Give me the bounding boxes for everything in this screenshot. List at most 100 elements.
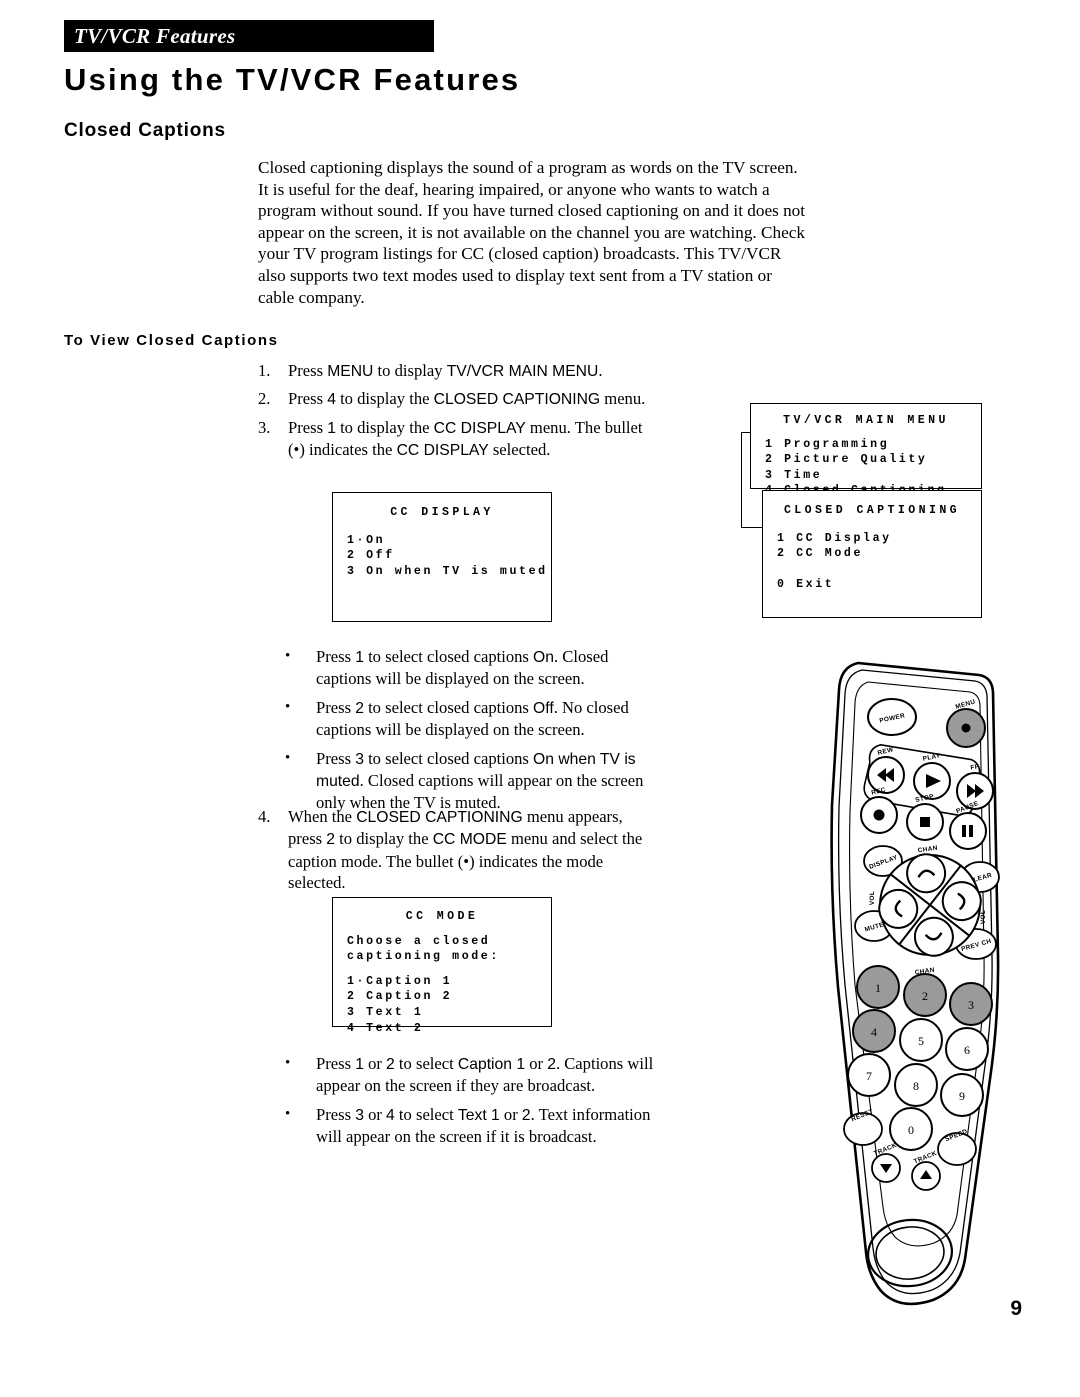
osd-title-main-menu: TV/VCR MAIN MENU xyxy=(783,414,949,427)
num-4-button[interactable]: 4 xyxy=(852,1009,896,1053)
osd-line: 1 Programming xyxy=(765,437,890,451)
step-item: 4. When the CLOSED CAPTIONING menu appear… xyxy=(258,806,658,894)
osd-line: 4 Text 2 xyxy=(347,1021,424,1035)
bullet-marker: • xyxy=(285,1055,291,1071)
ui-term: 4 xyxy=(327,391,336,409)
num-3-label: 3 xyxy=(968,998,974,1012)
power-button[interactable]: POWER xyxy=(867,698,917,736)
num-0-label: 0 xyxy=(908,1123,914,1137)
vol-right-label: VOL xyxy=(980,910,987,924)
ui-term: MENU xyxy=(327,363,374,380)
bullet-list-cc-display-options: • Press 1 to select closed captions On. C… xyxy=(285,646,660,821)
osd-box-cc-display: CC DISPLAY 1·On 2 Off 3 On when TV is mu… xyxy=(332,492,552,622)
text-run: Press xyxy=(316,647,356,666)
osd-line: 2 Picture Quality xyxy=(765,453,928,467)
intro-paragraph: Closed captioning displays the sound of … xyxy=(258,158,806,307)
num-1-button[interactable]: 1 xyxy=(856,965,900,1009)
num-5-label: 5 xyxy=(918,1034,924,1048)
ui-term: 2 xyxy=(355,699,364,717)
osd-box-closed-captioning: CLOSED CAPTIONING 1 CC Display 2 CC Mode… xyxy=(762,490,982,618)
step-text: Press 1 to display the CC DISPLAY menu. … xyxy=(288,417,658,462)
num-6-label: 6 xyxy=(964,1043,970,1057)
num-3-button[interactable]: 3 xyxy=(949,982,993,1026)
ui-term: 2 xyxy=(386,1056,395,1073)
num-8-button[interactable]: 8 xyxy=(894,1063,938,1107)
bullet-marker: • xyxy=(285,648,291,664)
ui-term: 4 xyxy=(386,1106,395,1124)
text-run: to select closed captions xyxy=(363,748,534,768)
ui-term: 1 xyxy=(327,419,336,437)
step-item: 2. Press 4 to display the CLOSED CAPTIONI… xyxy=(258,388,658,410)
text-run: or xyxy=(363,1104,387,1124)
steps-list-top: 1. Press MENU to display TV/VCR MAIN MENU… xyxy=(258,360,658,468)
num-4-label: 4 xyxy=(871,1025,877,1039)
bullet-text: Press 1 to select closed captions On. Cl… xyxy=(316,646,660,690)
text-run: Press xyxy=(316,697,356,717)
num-9-label: 9 xyxy=(959,1089,965,1103)
num-0-button[interactable]: 0 xyxy=(889,1107,933,1151)
ui-term: 1 xyxy=(355,649,364,666)
text-run: to display the xyxy=(335,829,433,849)
num-2-button[interactable]: 2 xyxy=(903,973,947,1017)
ui-term: On xyxy=(533,649,554,666)
step-text: Press 4 to display the CLOSED CAPTIONING… xyxy=(288,388,658,410)
page-number: 9 xyxy=(1010,1297,1022,1320)
text-run: to display the xyxy=(335,389,434,409)
text-run: or xyxy=(525,1054,548,1073)
num-7-label: 7 xyxy=(866,1069,872,1083)
osd-line-exit: 0 Exit xyxy=(777,578,835,592)
step-item: 1. Press MENU to display TV/VCR MAIN MENU… xyxy=(258,360,658,382)
step-text: Press MENU to display TV/VCR MAIN MENU. xyxy=(288,360,658,382)
step-number: 2. xyxy=(258,389,271,409)
num-6-button[interactable]: 6 xyxy=(945,1027,989,1071)
osd-line: 1·On xyxy=(347,533,386,547)
vol-left-label: VOL xyxy=(869,891,876,905)
osd-line: 3 Text 1 xyxy=(347,1005,424,1019)
num-2-label: 2 xyxy=(922,989,928,1003)
ui-term: 2 xyxy=(326,831,335,849)
osd-line: 3 Time xyxy=(765,468,823,482)
bullet-text: Press 3 to select closed captions On whe… xyxy=(316,748,660,814)
bullet-marker: • xyxy=(285,698,291,715)
num-7-button[interactable]: 7 xyxy=(847,1053,891,1097)
text-run: or xyxy=(499,1104,522,1124)
osd-box-cc-mode: CC MODE Choose a closed captioning mode:… xyxy=(332,897,552,1035)
osd-title-closed-captioning: CLOSED CAPTIONING xyxy=(783,504,961,517)
page-title: Using the TV/VCR Features xyxy=(64,62,521,97)
text-run: Press xyxy=(316,748,356,768)
ui-term: CLOSED CAPTIONING xyxy=(433,391,601,409)
step-number: 4. xyxy=(258,807,271,826)
osd-line: 2 Caption 2 xyxy=(347,990,453,1004)
osd-line: 3 On when TV is muted xyxy=(347,564,548,578)
bullet-item: • Press 1 or 2 to select Caption 1 or 2. … xyxy=(285,1053,660,1097)
text-run: or xyxy=(363,1054,387,1073)
osd-prompt-line: Choose a closed xyxy=(347,934,491,948)
text-run: . xyxy=(598,361,603,380)
num-5-button[interactable]: 5 xyxy=(899,1018,943,1062)
num-9-button[interactable]: 9 xyxy=(940,1073,984,1117)
bullet-item: • Press 1 to select closed captions On. C… xyxy=(285,646,660,690)
text-run: to select closed captions xyxy=(363,647,534,666)
text-run: to display xyxy=(373,361,447,380)
step-number: 1. xyxy=(258,361,271,380)
num-8-label: 8 xyxy=(913,1079,919,1093)
running-head-bar: TV/VCR Features xyxy=(64,20,434,52)
ui-term: Caption 1 xyxy=(457,1056,526,1073)
ui-term: CLOSED CAPTIONING xyxy=(356,809,523,826)
ui-term: 2 xyxy=(547,1056,556,1073)
osd-line: 2 Off xyxy=(347,549,395,563)
bullet-text: Press 1 or 2 to select Caption 1 or 2. C… xyxy=(316,1053,660,1097)
osd-box-main-menu: TV/VCR MAIN MENU 1 Programming 2 Picture… xyxy=(750,403,982,497)
text-run: When the xyxy=(288,807,357,826)
ui-term: 3 xyxy=(355,1106,364,1124)
text-run: to select xyxy=(394,1054,458,1073)
text-run: Press xyxy=(316,1054,356,1073)
bullet-list-cc-mode-options: • Press 1 or 2 to select Caption 1 or 2. … xyxy=(285,1053,660,1155)
ui-term: TV/VCR MAIN MENU xyxy=(446,363,599,380)
text-run: Press xyxy=(288,361,328,380)
ff-button-label: FF xyxy=(970,763,979,771)
osd-line: 1·Caption 1 xyxy=(347,974,453,988)
osd-title-cc-mode: CC MODE xyxy=(405,910,479,923)
ui-term: Off xyxy=(533,699,554,717)
bullet-text: Press 3 or 4 to select Text 1 or 2. Text… xyxy=(316,1104,660,1148)
